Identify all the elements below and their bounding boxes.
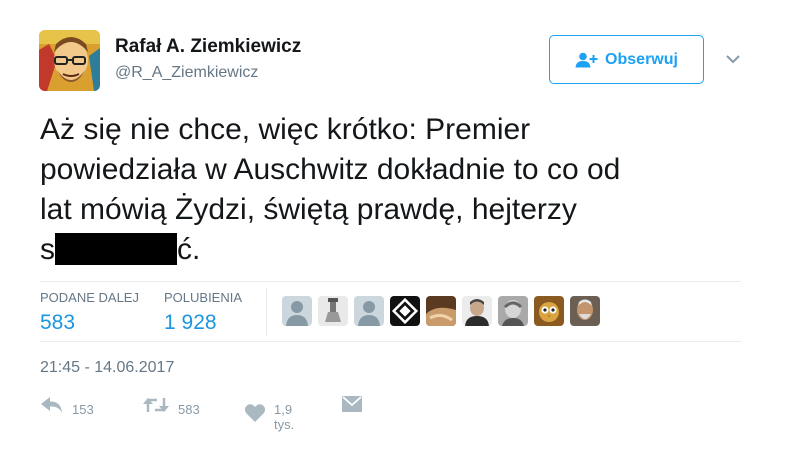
follow-button-label: Obserwuj [605,50,678,68]
author-handle[interactable]: @R_A_Ziemkiewicz [115,64,258,82]
tweet-line-last: s ć. [40,230,760,270]
reply-count: 153 [72,402,94,417]
tweet-line: lat mówią Żydzi, świętą prawdę, hejterzy [40,193,577,226]
direct-message-button[interactable] [342,396,362,415]
liker-avatar[interactable] [390,296,420,326]
retweets-value: 583 [40,311,76,334]
author-avatar[interactable] [39,30,100,91]
envelope-icon [342,396,362,415]
tweet-text-prefix: s [40,233,55,266]
tweet-timestamp[interactable]: 21:45 - 14.06.2017 [40,359,174,377]
tweet-text: Aż się nie chce, więc krótko: Premier po… [40,110,760,270]
liker-avatar[interactable] [282,296,312,326]
liker-avatar[interactable] [570,296,600,326]
likes-stat[interactable]: POLUBIENIA 1 928 [164,290,242,335]
like-button[interactable]: 1,9 tys. [244,396,294,432]
liker-avatar[interactable] [462,296,492,326]
likes-value: 1 928 [164,311,217,334]
retweet-count: 583 [178,402,200,417]
follow-button[interactable]: Obserwuj [549,35,704,84]
liker-avatar[interactable] [318,296,348,326]
liker-avatar[interactable] [426,296,456,326]
liker-avatars [282,296,600,326]
heart-icon [244,403,266,426]
retweet-button[interactable]: 583 [142,396,200,417]
tweet-line: powiedziała w Auschwitz dokładnie to co … [40,153,621,186]
author-name[interactable]: Rafał A. Ziemkiewicz [115,36,301,58]
retweets-stat[interactable]: PODANE DALEJ 583 [40,290,139,335]
reply-button[interactable]: 153 [40,396,94,417]
divider [40,341,741,342]
chevron-down-icon[interactable] [724,52,742,66]
liker-avatar[interactable] [534,296,564,326]
retweet-icon [142,396,170,417]
retweets-label: PODANE DALEJ [40,290,139,305]
likes-label: POLUBIENIA [164,290,243,305]
tweet-line: Aż się nie chce, więc krótko: Premier [40,113,531,146]
like-count: 1,9 tys. [274,402,295,432]
tweet-text-suffix: ć. [177,233,201,266]
divider [40,281,741,282]
add-user-icon [575,52,599,68]
liker-avatar[interactable] [498,296,528,326]
divider [266,288,267,336]
reply-icon [40,396,64,417]
redaction-bar [55,233,177,265]
liker-avatar[interactable] [354,296,384,326]
